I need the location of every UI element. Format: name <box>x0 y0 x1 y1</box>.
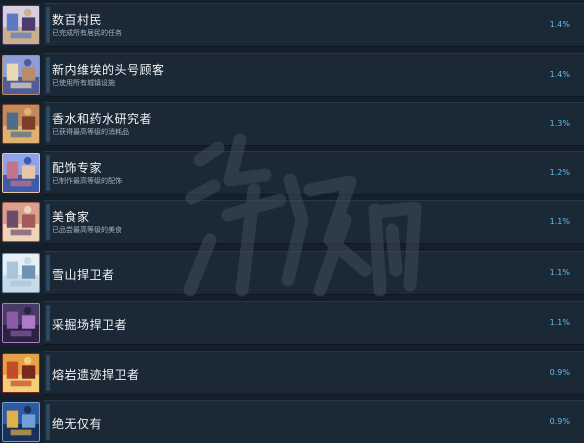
achievement-description: 已制作最高等级的配饰 <box>52 177 122 185</box>
villagers-icon <box>2 5 40 45</box>
row-background <box>44 151 584 195</box>
achievement-title: 配饰专家 <box>52 161 103 175</box>
unlock-percentage: 1.1% <box>549 268 570 277</box>
row-accent-bar <box>46 106 50 142</box>
unlock-percentage: 1.4% <box>549 70 570 79</box>
achievement-title: 雪山捍卫者 <box>52 268 115 282</box>
achievement-description: 已品尝最高等级的美食 <box>52 226 122 234</box>
achievement-row[interactable]: 熔岩遗迹捍卫者 0.9% <box>0 351 584 395</box>
unlock-percentage: 0.9% <box>549 417 570 426</box>
unlock-percentage: 1.3% <box>549 119 570 128</box>
row-accent-bar <box>46 7 50 43</box>
unlock-percentage: 1.2% <box>549 168 570 177</box>
row-background <box>44 3 584 47</box>
unlock-percentage: 1.1% <box>549 217 570 226</box>
achievement-title: 绝无仅有 <box>52 417 103 431</box>
row-accent-bar <box>46 255 50 291</box>
achievement-row[interactable]: 香水和药水研究者已获得最高等级的消耗品 1.3% <box>0 102 584 146</box>
achievement-title: 香水和药水研究者 <box>52 112 153 126</box>
town-customer-icon <box>2 55 40 95</box>
achievement-row[interactable]: 采掘场捍卫者 1.1% <box>0 301 584 345</box>
achievement-description: 已获得最高等级的消耗品 <box>52 128 129 136</box>
achievement-row[interactable]: 美食家已品尝最高等级的美食 1.1% <box>0 200 584 244</box>
achievement-list: 数百村民已完成所有居民的任务 1.4% 新内维埃的头号顾客已使用所有城镇设施 1.4%… <box>0 0 584 443</box>
achievement-row[interactable]: 新内维埃的头号顾客已使用所有城镇设施 1.4% <box>0 53 584 97</box>
row-accent-bar <box>46 204 50 240</box>
row-accent-bar <box>46 155 50 191</box>
row-accent-bar <box>46 355 50 391</box>
achievement-title: 采掘场捍卫者 <box>52 318 128 332</box>
achievement-title: 熔岩遗迹捍卫者 <box>52 368 140 382</box>
achievement-row[interactable]: 绝无仅有 0.9% <box>0 400 584 443</box>
row-accent-bar <box>46 57 50 93</box>
achievement-row[interactable]: 数百村民已完成所有居民的任务 1.4% <box>0 3 584 47</box>
row-background <box>44 251 584 295</box>
achievement-title: 美食家 <box>52 210 90 224</box>
potion-researcher-icon <box>2 104 40 144</box>
unlock-percentage: 0.9% <box>549 368 570 377</box>
accessory-expert-icon <box>2 153 40 193</box>
achievement-description: 已完成所有居民的任务 <box>52 29 122 37</box>
row-accent-bar <box>46 305 50 341</box>
snow-mountain-icon <box>2 253 40 293</box>
row-background <box>44 200 584 244</box>
unique-icon <box>2 402 40 442</box>
achievement-row[interactable]: 配饰专家已制作最高等级的配饰 1.2% <box>0 151 584 195</box>
row-accent-bar <box>46 404 50 440</box>
unlock-percentage: 1.1% <box>549 318 570 327</box>
achievement-row[interactable]: 雪山捍卫者 1.1% <box>0 251 584 295</box>
achievement-description: 已使用所有城镇设施 <box>52 79 115 87</box>
achievement-title: 数百村民 <box>52 13 103 27</box>
achievement-title: 新内维埃的头号顾客 <box>52 63 165 77</box>
quarry-icon <box>2 303 40 343</box>
lava-ruins-icon <box>2 353 40 393</box>
row-background <box>44 400 584 443</box>
unlock-percentage: 1.4% <box>549 20 570 29</box>
gourmet-icon <box>2 202 40 242</box>
